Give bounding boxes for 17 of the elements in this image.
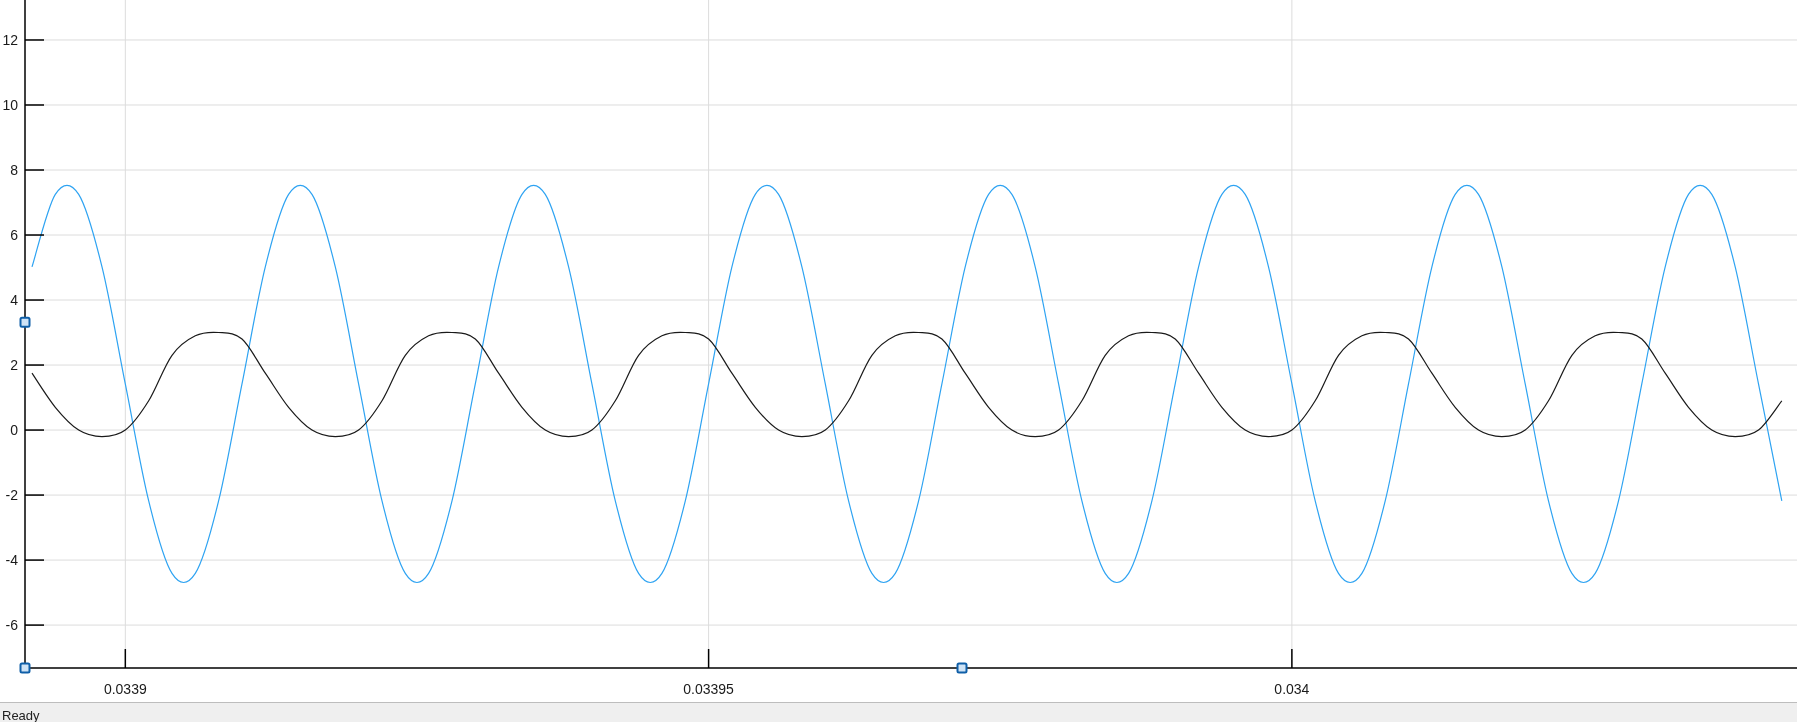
tick-label: 0.0339 [103, 681, 147, 697]
tick-label: -2 [5, 487, 18, 504]
tick-label: 0.03395 [683, 681, 734, 697]
drag-handle[interactable] [19, 662, 31, 674]
tick-label: 6 [10, 227, 18, 243]
drag-handle[interactable] [19, 316, 31, 328]
tick-label: 2 [10, 357, 18, 374]
tick-label: 0.034 [1274, 681, 1310, 697]
tick-label: 4 [10, 292, 18, 309]
tick-label: 8 [10, 162, 18, 178]
tick-label: 0 [10, 422, 18, 439]
tick-label: -4 [5, 552, 18, 569]
tick-label: 12 [2, 32, 18, 48]
status-text: Ready [2, 708, 40, 722]
drag-handle[interactable] [956, 662, 968, 674]
tick-label: 10 [2, 97, 18, 113]
tick-label: -6 [5, 617, 18, 634]
